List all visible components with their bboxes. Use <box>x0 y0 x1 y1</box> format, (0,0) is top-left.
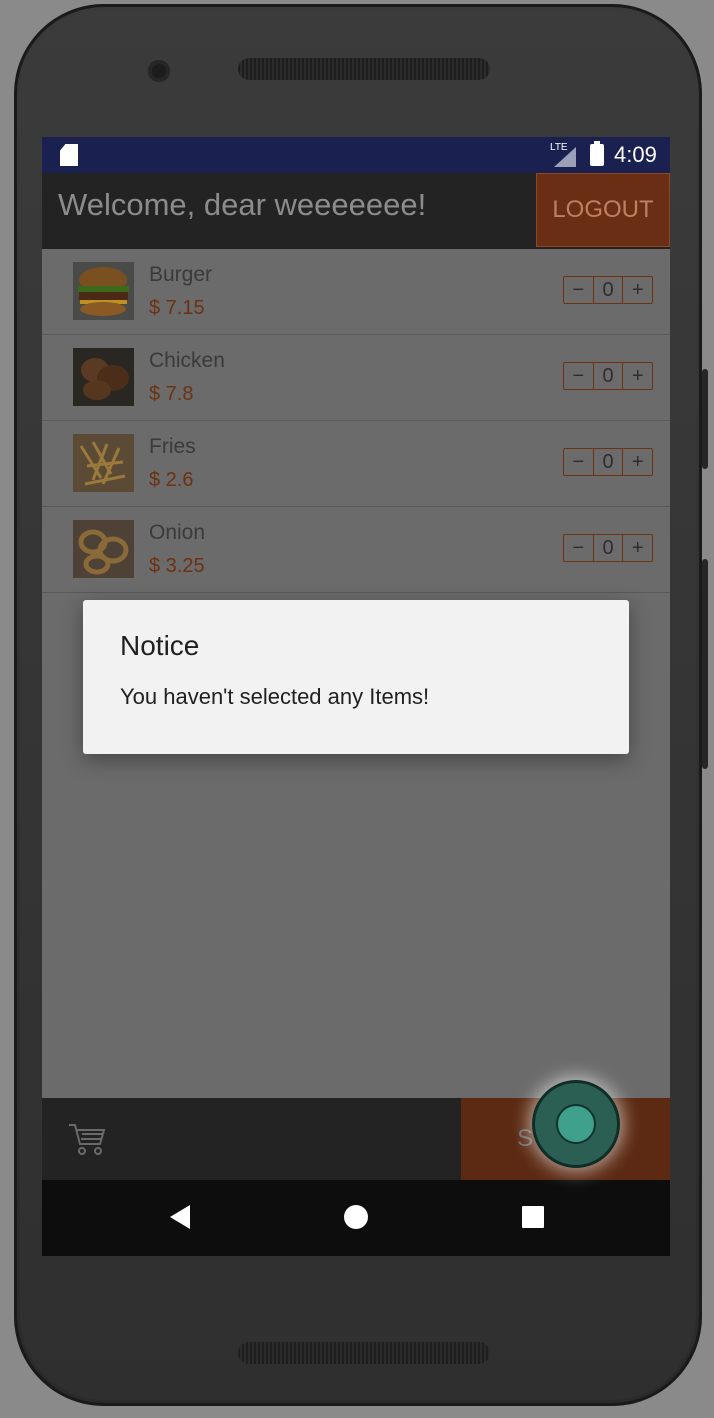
notice-dialog: Notice You haven't selected any Items! <box>83 600 629 754</box>
menu-list: Burger $ 7.15 − 0 + Chicken $ 7.8 − 0 + <box>42 249 670 593</box>
battery-icon <box>590 141 604 166</box>
chicken-image <box>73 348 134 406</box>
list-item: Chicken $ 7.8 − 0 + <box>42 335 670 421</box>
item-name: Fries <box>149 435 196 458</box>
top-speaker <box>238 58 490 80</box>
power-button <box>702 559 708 769</box>
quantity-value: 0 <box>592 363 624 389</box>
onion-rings-image <box>73 520 134 578</box>
logout-button[interactable]: LOGOUT <box>536 173 670 247</box>
quantity-value: 0 <box>592 535 624 561</box>
front-camera <box>148 60 170 82</box>
quantity-stepper: − 0 + <box>563 276 653 304</box>
dialog-message: You haven't selected any Items! <box>120 684 430 709</box>
touch-indicator <box>535 1083 617 1165</box>
list-item: Burger $ 7.15 − 0 + <box>42 249 670 335</box>
home-icon[interactable] <box>344 1205 368 1229</box>
item-name: Chicken <box>149 349 225 372</box>
network-type: LTE <box>550 142 568 153</box>
quantity-value: 0 <box>592 449 624 475</box>
decrement-button[interactable]: − <box>564 449 593 475</box>
item-price: $ 7.8 <box>149 383 194 405</box>
list-item: Onion $ 3.25 − 0 + <box>42 507 670 593</box>
item-name: Onion <box>149 521 206 544</box>
recents-icon[interactable] <box>522 1206 544 1228</box>
increment-button[interactable]: + <box>623 277 652 303</box>
item-name: Burger <box>149 263 213 286</box>
list-item: Fries $ 2.6 − 0 + <box>42 421 670 507</box>
decrement-button[interactable]: − <box>564 363 593 389</box>
increment-button[interactable]: + <box>623 449 652 475</box>
item-price: $ 7.15 <box>149 297 205 319</box>
clock: 4:09 <box>614 142 657 167</box>
decrement-button[interactable]: − <box>564 277 593 303</box>
increment-button[interactable]: + <box>623 363 652 389</box>
system-nav-bar <box>42 1180 670 1256</box>
burger-image <box>73 262 134 320</box>
volume-button <box>702 369 708 469</box>
decrement-button[interactable]: − <box>564 535 593 561</box>
item-price: $ 3.25 <box>149 555 205 577</box>
welcome-text: Welcome, dear weeeeeee! <box>58 187 427 222</box>
quantity-stepper: − 0 + <box>563 448 653 476</box>
quantity-value: 0 <box>592 277 624 303</box>
cart-icon[interactable] <box>68 1122 106 1156</box>
dialog-title: Notice <box>120 630 200 661</box>
status-bar: LTE 4:09 <box>42 137 670 173</box>
quantity-stepper: − 0 + <box>563 534 653 562</box>
quantity-stepper: − 0 + <box>563 362 653 390</box>
item-price: $ 2.6 <box>149 469 194 491</box>
app-header: Welcome, dear weeeeeee! LOGOUT <box>42 173 670 249</box>
fries-image <box>73 434 134 492</box>
back-icon[interactable] <box>170 1205 190 1229</box>
increment-button[interactable]: + <box>623 535 652 561</box>
bottom-speaker <box>238 1342 490 1364</box>
sd-card-icon <box>60 144 78 166</box>
